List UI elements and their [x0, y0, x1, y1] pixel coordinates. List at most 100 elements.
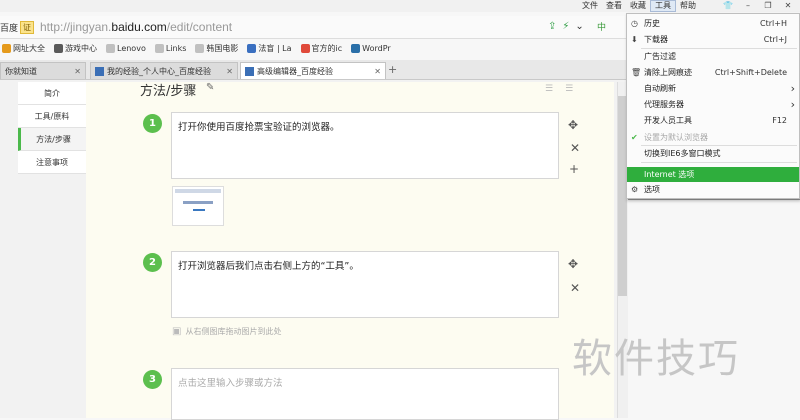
move-icon[interactable]: ✥ [568, 257, 578, 271]
menu-item-shortcut: › [790, 98, 795, 111]
close-icon[interactable]: ✕ [226, 67, 233, 76]
step-text-box[interactable]: 打开你使用百度抢票宝验证的浏览器。 [171, 112, 559, 179]
section-title: 方法/步骤 [140, 84, 197, 99]
right-blank-area [628, 200, 800, 418]
nav-item-intro[interactable]: 简介 [18, 82, 86, 105]
skin-icon[interactable]: 👕 [720, 0, 736, 11]
drop-hint-text: 从右侧图库拖动图片到此处 [185, 327, 282, 336]
favicon-icon [245, 66, 254, 76]
menu-item-label: 开发人员工具 [644, 116, 692, 125]
delete-icon[interactable]: ✕ [570, 141, 580, 155]
tab-1[interactable]: 我的经验_个人中心_百度经验 ✕ [90, 62, 238, 79]
trust-label: 百度 [0, 23, 19, 34]
nav-item-steps[interactable]: 方法/步骤 [18, 128, 86, 151]
bookmark-item[interactable]: WordPr [351, 43, 391, 53]
add-icon[interactable]: + [569, 162, 579, 176]
menu-file[interactable]: 文件 [578, 0, 602, 12]
menu-item[interactable]: ✔ 设置为默认浏览器 [627, 130, 799, 145]
bookmark-icon [351, 43, 361, 53]
nav-item-tools[interactable]: 工具/原料 [18, 105, 86, 128]
menu-item[interactable]: ⚙ 选项 [627, 182, 799, 197]
menu-view[interactable]: 查看 [602, 0, 626, 12]
bookmark-icon [300, 43, 310, 53]
lightning-icon[interactable]: ⚡ [562, 21, 569, 32]
bookmark-icon [247, 43, 257, 53]
bookmark-icon [106, 43, 115, 53]
url-field[interactable]: http://jingyan.baidu.com/edit/content [40, 20, 540, 34]
chevron-down-icon[interactable]: ⌄ [575, 21, 583, 32]
step-number: 3 [143, 370, 162, 389]
bookmark-item[interactable]: 韩国电影 [195, 43, 238, 54]
menu-item[interactable]: ◷ 历史 Ctrl+H [627, 16, 799, 31]
bookmark-label: 官方的ic [311, 43, 343, 53]
menu-separator [641, 48, 797, 49]
tab-0[interactable]: 你就知道 ✕ [0, 62, 86, 79]
trash-icon: 🗑 [631, 68, 642, 77]
tab-label: 高级编辑器_百度经验 [257, 66, 333, 76]
menu-item[interactable]: 切换到IE6多窗口模式 [627, 146, 799, 161]
bookmark-item[interactable]: 官方的ic [300, 43, 343, 54]
menu-separator [641, 145, 797, 146]
bookmark-label: 韩国电影 [206, 43, 239, 53]
clock-icon: ◷ [631, 19, 638, 28]
step-image-thumbnail[interactable] [172, 186, 224, 226]
menu-item-shortcut: Ctrl+H [760, 19, 787, 28]
bookmark-item[interactable]: 网址大全 [2, 43, 45, 54]
menu-item[interactable]: 自动刷新 › [627, 81, 799, 96]
bookmarks-bar: 网址大全 游戏中心 Lenovo Links 韩国电影 法盲 | La 官方的ic WordP… [0, 40, 630, 56]
close-window-button[interactable]: ✕ [780, 0, 796, 11]
menu-favorites[interactable]: 收藏 [626, 0, 650, 12]
menu-item-shortcut: F12 [772, 116, 787, 125]
menu-item[interactable]: ⬇ 下载器 Ctrl+J [627, 32, 799, 47]
step-text-box[interactable]: 点击这里输入步骤或方法 [171, 368, 559, 420]
search-engine-button[interactable]: 中 [597, 20, 606, 33]
close-icon[interactable]: ✕ [374, 67, 381, 76]
menu-item-label: Internet 选项 [644, 170, 695, 179]
menu-item[interactable]: 🗑 清除上网痕迹 Ctrl+Shift+Delete [627, 65, 799, 80]
bookmark-item[interactable]: 游戏中心 [54, 43, 97, 54]
minimize-button[interactable]: – [740, 0, 756, 11]
bookmark-label: Links [165, 43, 187, 53]
step-text-box[interactable]: 打开浏览器后我们点击右侧上方的“工具”。 [171, 251, 559, 318]
site-trust-badge[interactable]: 百度 证 [0, 20, 35, 34]
delete-icon[interactable]: ✕ [570, 281, 580, 295]
move-icon[interactable]: ✥ [568, 118, 578, 132]
menu-item-label: 清除上网痕迹 [644, 68, 692, 77]
list-icon[interactable]: ☰ [545, 84, 553, 94]
share-icon[interactable]: ⇪ [548, 21, 556, 32]
list-icon[interactable]: ☰ [565, 84, 573, 94]
maximize-button[interactable]: ❐ [760, 0, 776, 11]
menu-item-label: 切换到IE6多窗口模式 [644, 149, 721, 158]
image-icon: ▣ [172, 326, 182, 337]
tab-label: 你就知道 [5, 66, 37, 76]
tab-label: 我的经验_个人中心_百度经验 [107, 66, 211, 76]
tab-2[interactable]: 高级编辑器_百度经验 ✕ [240, 62, 386, 79]
bookmark-item[interactable]: Links [154, 43, 187, 53]
menu-item-shortcut: Ctrl+Shift+Delete [714, 68, 787, 77]
menu-tools[interactable]: 工具 [650, 0, 676, 12]
step-number: 1 [143, 114, 162, 133]
menu-item[interactable]: 开发人员工具 F12 [627, 113, 799, 128]
bookmark-item[interactable]: 法盲 | La [247, 43, 292, 54]
menu-item-label: 自动刷新 [644, 84, 676, 93]
menu-item-label: 历史 [644, 19, 660, 28]
nav-item-notes[interactable]: 注意事项 [18, 151, 86, 174]
bookmark-icon [195, 43, 205, 53]
bookmark-label: WordPr [362, 43, 391, 53]
bookmark-label: 法盲 | La [258, 43, 292, 53]
search-engine-label: 中 [597, 23, 607, 33]
menu-item-label: 广告过滤 [644, 52, 676, 61]
bookmark-item[interactable]: Lenovo [106, 43, 146, 53]
gear-icon: ⚙ [631, 185, 639, 194]
menu-item[interactable]: Internet 选项 [627, 167, 799, 182]
menu-item[interactable]: 广告过滤 [627, 49, 799, 64]
menu-separator [641, 162, 797, 163]
menu-help[interactable]: 帮助 [676, 0, 700, 12]
menu-item-label: 代理服务器 [644, 100, 684, 109]
new-tab-button[interactable]: + [388, 63, 397, 76]
menu-item[interactable]: 代理服务器 › [627, 97, 799, 112]
bookmark-icon [154, 43, 164, 53]
check-icon: ✔ [631, 133, 638, 142]
close-icon[interactable]: ✕ [74, 67, 81, 76]
pencil-icon[interactable]: ✎ [206, 82, 214, 93]
